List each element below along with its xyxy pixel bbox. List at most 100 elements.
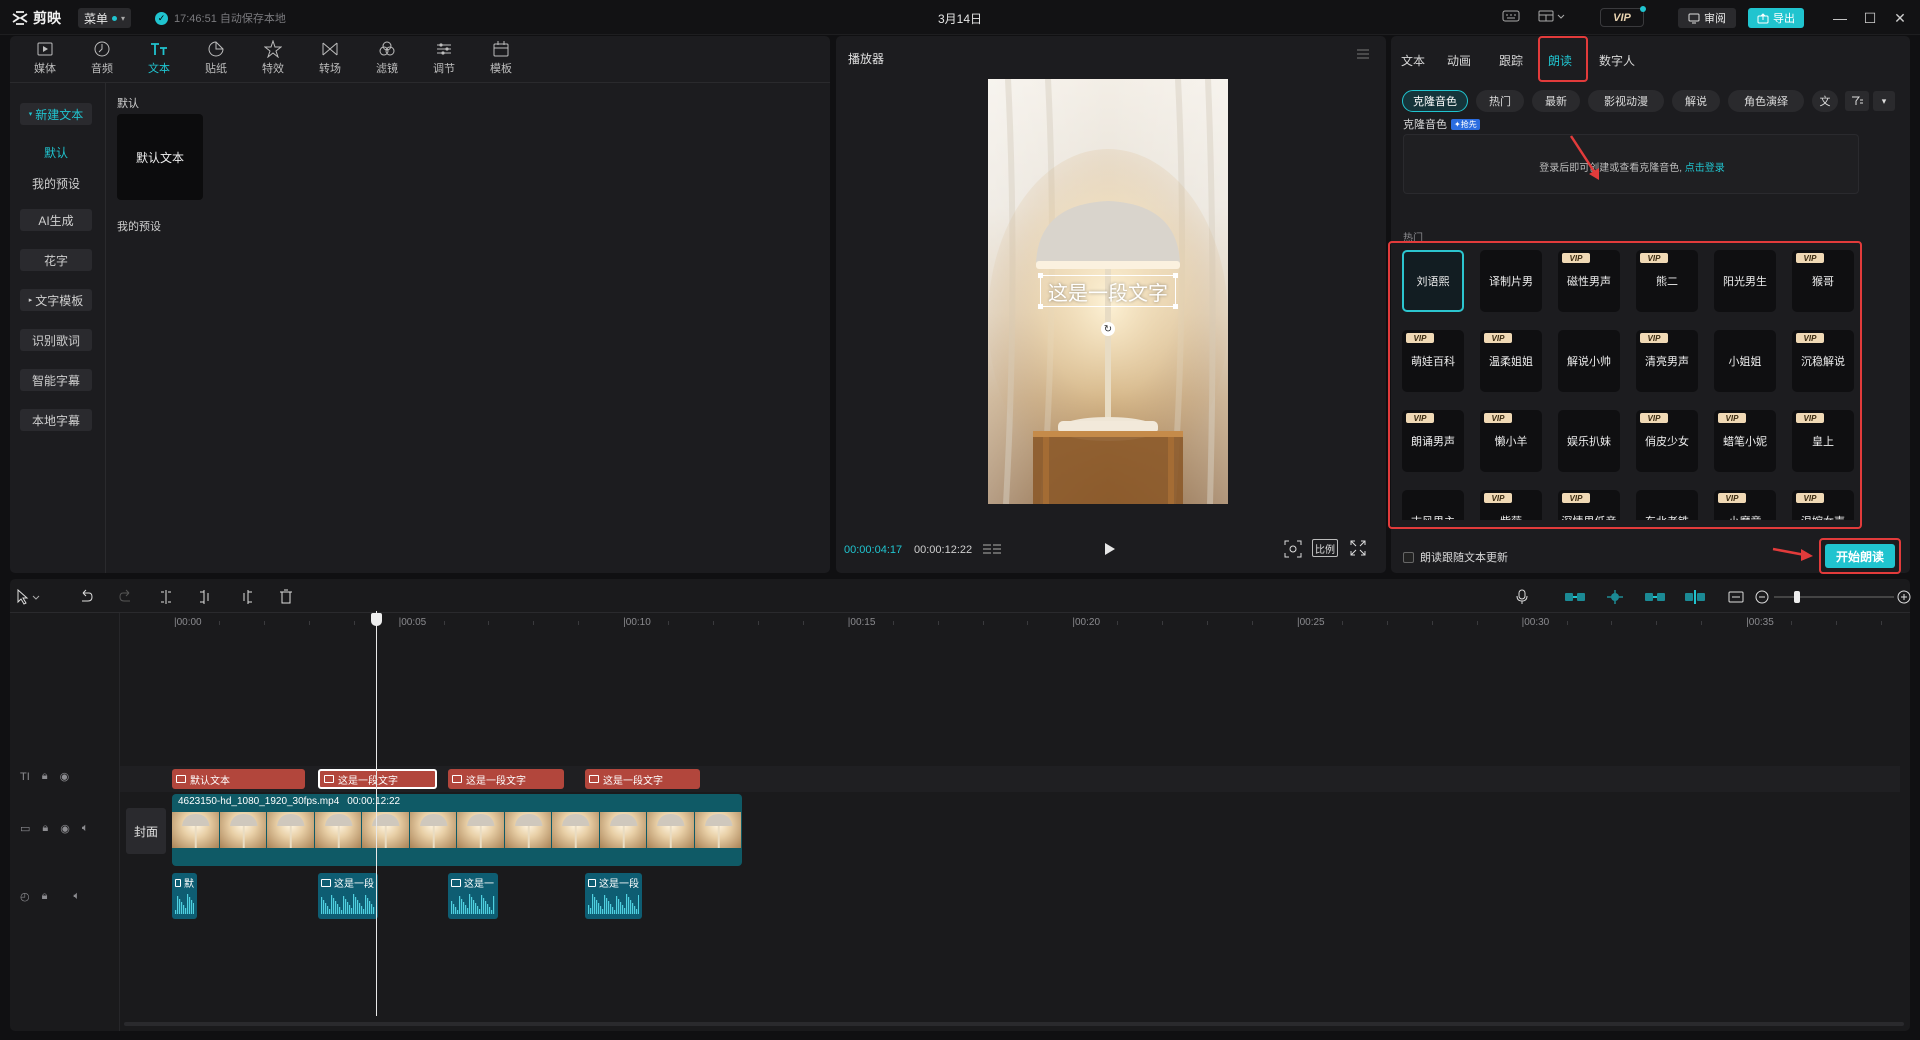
audio-clip[interactable]: 这是一 — [448, 873, 498, 919]
review-button[interactable]: 审阅 — [1678, 8, 1736, 28]
lock-icon[interactable]: 🔒︎ — [42, 770, 48, 783]
chip-clone-voice[interactable]: 克隆音色 — [1402, 90, 1468, 112]
voice-card[interactable]: VIP 懒小羊 — [1480, 410, 1542, 472]
voice-card[interactable]: 阳光男生 — [1714, 250, 1776, 312]
screenshot-focus-icon[interactable] — [1284, 540, 1302, 558]
layout-icon[interactable] — [1538, 9, 1568, 25]
tab-adjust[interactable]: 调节 — [421, 40, 467, 78]
select-cursor-icon[interactable] — [16, 589, 46, 605]
chip-latest[interactable]: 最新 — [1532, 90, 1580, 112]
hamburger-menu-icon[interactable] — [1356, 48, 1370, 60]
lock-icon[interactable]: 🔒︎ — [42, 822, 48, 835]
voice-card[interactable]: 娱乐扒妹 — [1558, 410, 1620, 472]
chip-role-play[interactable]: 角色演绎 — [1728, 90, 1804, 112]
voice-card[interactable]: VIP 深情男低音 — [1558, 490, 1620, 520]
playhead[interactable] — [376, 611, 377, 1016]
chip-film-anime[interactable]: 影视动漫 — [1588, 90, 1664, 112]
tab-tracking[interactable]: 跟踪 — [1499, 47, 1523, 73]
timecode-list-icon[interactable] — [982, 542, 1002, 556]
menu-button[interactable]: 菜单 ▾ — [78, 8, 132, 28]
start-reading-button[interactable]: 开始朗读 — [1825, 544, 1895, 568]
tab-audio[interactable]: 音频 — [79, 40, 125, 78]
resize-handle[interactable] — [1038, 273, 1043, 278]
chevron-down-icon[interactable]: ▾ — [1873, 91, 1895, 111]
speaker-icon[interactable]: 🔈︎ — [73, 890, 80, 903]
fullscreen-icon[interactable] — [1350, 540, 1366, 556]
chip-commentary[interactable]: 解说 — [1672, 90, 1720, 112]
cover-button[interactable]: 封面 — [126, 808, 166, 854]
voice-card[interactable]: VIP 朗诵男声 — [1402, 410, 1464, 472]
audio-clip[interactable]: 默 — [172, 873, 197, 919]
voice-card[interactable]: VIP 紫薇 — [1480, 490, 1542, 520]
checkbox[interactable] — [1403, 551, 1414, 563]
voice-card[interactable]: 小姐姐 — [1714, 330, 1776, 392]
sidebar-item-new-text[interactable]: ▾ 新建文本 — [20, 103, 92, 125]
lock-icon[interactable]: 🔒︎ — [42, 890, 48, 903]
eye-icon[interactable]: ◉ — [60, 770, 70, 783]
voice-card[interactable]: 刘语熙 — [1402, 250, 1464, 312]
voice-card[interactable]: VIP 俏皮少女 — [1636, 410, 1698, 472]
video-clip[interactable]: 4623150-hd_1080_1920_30fps.mp4 00:00:12:… — [172, 794, 742, 866]
shortcut-keyboard-icon[interactable] — [1502, 9, 1522, 25]
tab-text[interactable]: 文本 — [136, 40, 182, 78]
voice-card[interactable]: VIP 萌娃百科 — [1402, 330, 1464, 392]
maximize-icon[interactable]: ☐ — [1860, 8, 1880, 28]
voice-card[interactable]: VIP 温婉女声 — [1792, 490, 1854, 520]
sidebar-item-local-subtitle[interactable]: 本地字幕 — [20, 409, 92, 431]
audio-clip[interactable]: 这是一段 — [318, 873, 378, 919]
voice-card[interactable]: VIP 小魔童 — [1714, 490, 1776, 520]
video-preview[interactable]: 这是一段文字 ↻ — [988, 79, 1228, 504]
voice-card[interactable]: 东北老铁 — [1636, 490, 1698, 520]
voice-card[interactable]: 解说小帅 — [1558, 330, 1620, 392]
voice-card[interactable]: VIP 猴哥 — [1792, 250, 1854, 312]
sidebar-item-smart-subtitle[interactable]: 智能字幕 — [20, 369, 92, 391]
close-icon[interactable]: ✕ — [1890, 8, 1910, 28]
export-button[interactable]: 导出 — [1748, 8, 1804, 28]
play-icon[interactable] — [1101, 541, 1117, 557]
chip-more[interactable]: 文 — [1812, 90, 1838, 112]
login-link[interactable]: 点击登录 — [1685, 163, 1725, 174]
tab-sticker[interactable]: 贴纸 — [193, 40, 239, 78]
text-overlay-box[interactable]: 这是一段文字 — [1038, 273, 1178, 309]
text-clip[interactable]: 默认文本 — [172, 769, 305, 789]
voice-card[interactable]: VIP 蜡笔小妮 — [1714, 410, 1776, 472]
voice-card[interactable]: 译制片男 — [1480, 250, 1542, 312]
redo-icon[interactable] — [118, 589, 134, 605]
text-clip[interactable]: 这是一段文字 — [318, 769, 437, 789]
filter-icon[interactable] — [1845, 91, 1869, 111]
voice-card[interactable]: 古风男主 — [1402, 490, 1464, 520]
sidebar-item-default[interactable]: 默认 — [20, 141, 92, 163]
resize-handle[interactable] — [1173, 304, 1178, 309]
voice-card[interactable]: VIP 磁性男声 — [1558, 250, 1620, 312]
voice-card[interactable]: VIP 皇上 — [1792, 410, 1854, 472]
sidebar-item-fancy-text[interactable]: 花字 — [20, 249, 92, 271]
tab-template[interactable]: 模板 — [478, 40, 524, 78]
tab-transition[interactable]: 转场 — [307, 40, 353, 78]
sidebar-item-my-presets[interactable]: 我的预设 — [20, 172, 92, 194]
rotate-icon[interactable]: ↻ — [1101, 322, 1115, 336]
minimize-icon[interactable]: — — [1830, 8, 1850, 28]
default-text-card[interactable]: 默认文本 — [117, 114, 203, 200]
speaker-icon[interactable]: 🔈︎ — [82, 822, 89, 835]
tab-effects[interactable]: 特效 — [250, 40, 296, 78]
chip-hot[interactable]: 热门 — [1476, 90, 1524, 112]
eye-icon[interactable]: ◉ — [60, 822, 70, 835]
undo-icon[interactable] — [78, 589, 94, 605]
resize-handle[interactable] — [1038, 304, 1043, 309]
tab-digital-human[interactable]: 数字人 — [1599, 47, 1635, 73]
resize-handle[interactable] — [1173, 273, 1178, 278]
voice-card[interactable]: VIP 沉稳解说 — [1792, 330, 1854, 392]
voice-card[interactable]: VIP 温柔姐姐 — [1480, 330, 1542, 392]
tab-read-aloud[interactable]: 朗读 — [1548, 47, 1572, 73]
horizontal-scrollbar[interactable] — [124, 1022, 1904, 1026]
tab-filter[interactable]: 滤镜 — [364, 40, 410, 78]
vip-button[interactable]: VIP — [1600, 8, 1644, 27]
sidebar-item-text-template[interactable]: ▸ 文字模板 — [20, 289, 92, 311]
sidebar-item-recognize-lyrics[interactable]: 识别歌词 — [20, 329, 92, 351]
voice-card[interactable]: VIP 清亮男声 — [1636, 330, 1698, 392]
tab-animation[interactable]: 动画 — [1447, 47, 1471, 73]
follow-text-option[interactable]: 朗读跟随文本更新 — [1403, 549, 1508, 565]
audio-clip[interactable]: 这是一段 — [585, 873, 642, 919]
text-clip[interactable]: 这是一段文字 — [585, 769, 700, 789]
tab-text[interactable]: 文本 — [1401, 47, 1425, 73]
